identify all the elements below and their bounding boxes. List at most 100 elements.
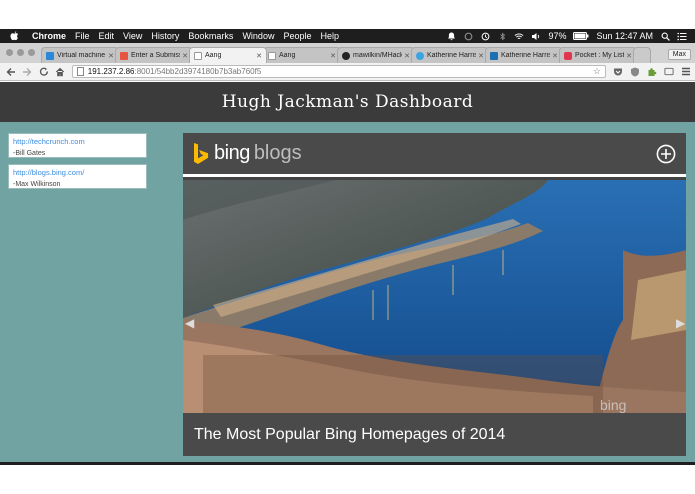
pocket-extension-icon[interactable] xyxy=(613,67,623,77)
tab-label: Katherine Harris xyxy=(427,52,477,59)
quote-source-link[interactable]: http://techcrunch.com xyxy=(13,137,142,146)
quote-author: -Max Wilkinson xyxy=(13,181,61,188)
page-icon xyxy=(268,51,276,60)
home-button[interactable] xyxy=(54,66,65,78)
tab-label: mawilkin/MHack xyxy=(353,52,403,59)
status-area: 97% Sun 12:47 AM xyxy=(446,31,695,41)
menu-edit[interactable]: Edit xyxy=(99,31,115,41)
close-tab-icon[interactable]: ✕ xyxy=(330,52,336,60)
bing-wordmark: bing xyxy=(214,142,250,164)
tab-aang[interactable]: Aang ✕ xyxy=(263,47,341,63)
battery-percent: 97% xyxy=(548,31,567,41)
image-watermark: bing xyxy=(600,397,626,413)
menu-file[interactable]: File xyxy=(75,31,90,41)
mac-menu-bar: Chrome File Edit View History Bookmarks … xyxy=(0,29,695,43)
reload-button[interactable] xyxy=(38,66,49,78)
shield-extension-icon[interactable] xyxy=(630,67,640,77)
wifi-icon[interactable] xyxy=(514,31,524,41)
windows-icon xyxy=(46,51,54,60)
page-icon xyxy=(76,67,84,76)
tab-enter-a-submission[interactable]: Enter a Submiss ✕ xyxy=(115,47,193,63)
quote-list: http://techcrunch.com -Bill Gates http:/… xyxy=(8,133,147,195)
menu-history[interactable]: History xyxy=(151,31,179,41)
close-tab-icon[interactable]: ✕ xyxy=(108,52,114,60)
quote-card: http://blogs.bing.com/ -Max Wilkinson xyxy=(8,164,147,189)
dashboard-header: Hugh Jackman's Dashboard xyxy=(0,82,695,122)
close-tab-icon[interactable]: ✕ xyxy=(404,52,410,60)
card-footer: The Most Popular Bing Homepages of 2014 xyxy=(183,413,686,456)
forward-button[interactable] xyxy=(21,66,32,78)
menu-window[interactable]: Window xyxy=(242,31,274,41)
menu-hamburger-icon[interactable] xyxy=(681,67,691,77)
menu-help[interactable]: Help xyxy=(320,31,339,41)
volume-icon[interactable] xyxy=(531,31,541,41)
menu-people[interactable]: People xyxy=(283,31,311,41)
close-tab-icon[interactable]: ✕ xyxy=(256,52,262,60)
tab-virtual-machine[interactable]: Virtual machine ✕ xyxy=(41,47,119,63)
dashboard-page: Hugh Jackman's Dashboard http://techcrun… xyxy=(0,82,695,462)
bookmark-star-icon[interactable]: ☆ xyxy=(593,66,601,77)
linkedin-icon xyxy=(490,51,498,60)
zoom-window-button[interactable] xyxy=(28,49,35,56)
carousel-prev-arrow[interactable]: ◀ xyxy=(185,316,194,330)
menu-bookmarks[interactable]: Bookmarks xyxy=(188,31,233,41)
devpost-icon xyxy=(120,51,128,60)
blogs-wordmark: blogs xyxy=(253,142,302,164)
close-tab-icon[interactable]: ✕ xyxy=(182,52,188,60)
tabs: Virtual machine ✕ Enter a Submiss ✕ Aang… xyxy=(41,47,651,63)
tab-label: Aang xyxy=(205,52,222,59)
browser-toolbar: 191.237.2.86 :8001/54bb2d3974180b7b3ab76… xyxy=(0,63,695,81)
tab-label: Aang xyxy=(279,52,296,59)
quote-source-link[interactable]: http://blogs.bing.com/ xyxy=(13,168,142,177)
tab-label: Enter a Submiss xyxy=(131,52,181,59)
bing-blogs-card: bing blogs bing ◀ ▶ The Most Popular Bin… xyxy=(183,133,686,456)
card-header: bing blogs xyxy=(183,133,686,177)
sync-icon[interactable] xyxy=(463,31,473,41)
url-host: 191.237.2.86 xyxy=(87,67,135,76)
carousel-next-arrow[interactable]: ▶ xyxy=(676,316,685,330)
back-button[interactable] xyxy=(5,66,16,78)
article-headline[interactable]: The Most Popular Bing Homepages of 2014 xyxy=(194,426,505,444)
apple-icon[interactable] xyxy=(10,31,22,41)
time-machine-icon[interactable] xyxy=(480,31,490,41)
menu-app-name[interactable]: Chrome xyxy=(32,31,66,41)
close-tab-icon[interactable]: ✕ xyxy=(626,52,632,60)
bing-logo: bing blogs xyxy=(193,142,302,165)
profile-button[interactable]: Max xyxy=(667,49,691,60)
address-bar[interactable]: 191.237.2.86 :8001/54bb2d3974180b7b3ab76… xyxy=(71,65,606,78)
battery-icon[interactable] xyxy=(573,31,589,41)
spotlight-search-icon[interactable] xyxy=(660,31,670,41)
window-bottom-edge xyxy=(0,462,695,465)
tab-label: Katherine Harris xyxy=(501,52,551,59)
tab-github-mhacks[interactable]: mawilkin/MHack ✕ xyxy=(337,47,415,63)
plus-circle-icon xyxy=(656,144,676,163)
tab-pocket[interactable]: Pocket : My List ✕ xyxy=(559,47,637,63)
menu-view[interactable]: View xyxy=(123,31,142,41)
close-tab-icon[interactable]: ✕ xyxy=(478,52,484,60)
tab-aang-active[interactable]: Aang ✕ xyxy=(189,47,267,63)
hero-image[interactable]: bing ◀ ▶ xyxy=(183,180,686,413)
window-controls xyxy=(6,49,35,56)
clock[interactable]: Sun 12:47 AM xyxy=(596,31,653,41)
github-icon xyxy=(342,51,350,60)
tab-twitter-katherine-harris[interactable]: Katherine Harris ✕ xyxy=(411,47,489,63)
twitter-icon xyxy=(416,51,424,60)
tab-linkedin-katherine-harris[interactable]: Katherine Harris ✕ xyxy=(485,47,563,63)
close-tab-icon[interactable]: ✕ xyxy=(552,52,558,60)
bell-icon[interactable] xyxy=(446,31,456,41)
tab-label: Pocket : My List xyxy=(575,52,625,59)
new-tab-button[interactable] xyxy=(633,47,651,63)
puzzle-extension-icon[interactable] xyxy=(647,67,657,77)
quote-card: http://techcrunch.com -Bill Gates xyxy=(8,133,147,158)
notification-center-icon[interactable] xyxy=(677,31,687,41)
tab-label: Virtual machine xyxy=(57,52,106,59)
close-window-button[interactable] xyxy=(6,49,13,56)
minimize-window-button[interactable] xyxy=(17,49,24,56)
pocket-icon xyxy=(564,51,572,60)
bluetooth-icon[interactable] xyxy=(497,31,507,41)
page-icon xyxy=(194,51,202,60)
url-path: :8001/54bb2d3974180b7b3ab760f5 xyxy=(134,67,262,76)
add-circle-button[interactable] xyxy=(656,144,676,164)
bing-b-icon xyxy=(194,142,209,164)
cast-icon[interactable] xyxy=(664,67,674,77)
